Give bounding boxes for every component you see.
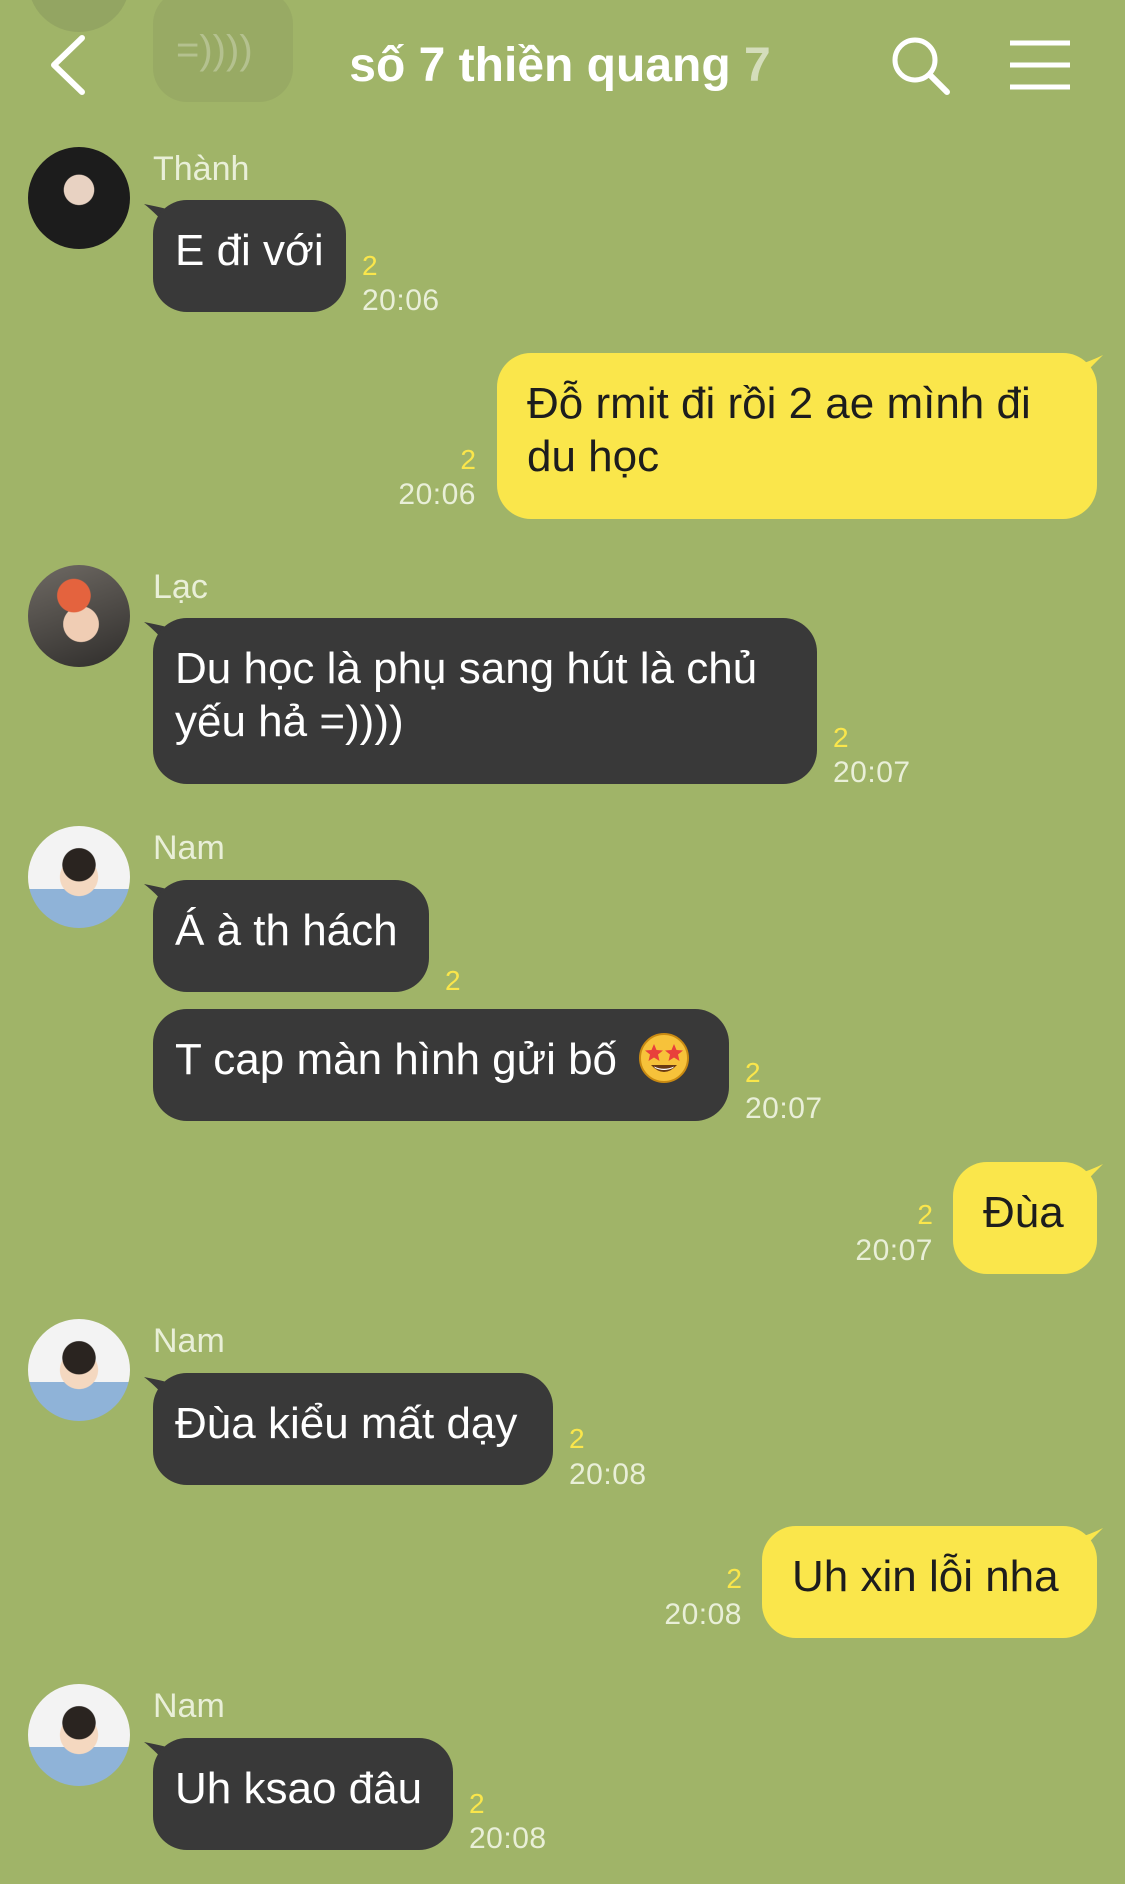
unread-count: 2	[726, 1563, 742, 1594]
message-text: Á à th hách	[175, 906, 398, 955]
sender-name: Nam	[153, 829, 225, 867]
search-icon	[892, 37, 950, 95]
star-struck-emoji-icon	[639, 1033, 690, 1084]
unread-count: 2	[460, 444, 476, 475]
unread-count: 2	[569, 1423, 585, 1454]
message-time: 20:08	[569, 1458, 647, 1491]
message-time: 20:06	[398, 478, 476, 511]
bubble-tail	[1077, 1528, 1103, 1556]
unread-count: 2	[745, 1057, 761, 1088]
previous-message-text: =))))	[176, 28, 253, 72]
chevron-left-icon	[51, 35, 85, 95]
message-text-line-1: Đỗ rmit đi rồi 2 ae mình đi	[527, 379, 1031, 428]
sender-name: Nam	[153, 1687, 225, 1725]
message-bubble-incoming[interactable]: E đi với	[153, 200, 346, 312]
message-time: 20:07	[833, 756, 911, 789]
hamburger-menu-icon	[1010, 40, 1070, 90]
previous-avatar	[28, 0, 130, 32]
unread-count: 2	[362, 250, 378, 281]
back-button[interactable]	[40, 30, 100, 100]
message-bubble-incoming[interactable]: Á à th hách	[153, 880, 429, 992]
message-text: E đi với	[175, 226, 324, 275]
avatar-lac[interactable]	[28, 565, 130, 667]
bubble-tail	[1077, 1164, 1103, 1192]
avatar-nam[interactable]	[28, 826, 130, 928]
message-time: 20:07	[855, 1234, 933, 1267]
unread-count: 2	[445, 965, 461, 996]
message-bubble-outgoing[interactable]: Đỗ rmit đi rồi 2 ae mình đi du học	[497, 353, 1097, 519]
message-bubble-incoming[interactable]: Uh ksao đâu	[153, 1738, 453, 1850]
message-time: 20:08	[469, 1822, 547, 1855]
message-text: Uh xin lỗi nha	[792, 1552, 1059, 1601]
chat-title: số 7 thiền quang 7	[300, 38, 820, 93]
unread-count: 2	[917, 1199, 933, 1230]
message-time: 20:06	[362, 284, 440, 317]
message-text-line-1: Du học là phụ sang hút là chủ	[175, 644, 758, 693]
sender-name: Nam	[153, 1322, 225, 1360]
avatar-nam[interactable]	[28, 1319, 130, 1421]
message-bubble-incoming[interactable]: T cap màn hình gửi bố	[153, 1009, 729, 1121]
avatar-nam[interactable]	[28, 1684, 130, 1786]
menu-button[interactable]	[1000, 30, 1080, 100]
avatar-thanh[interactable]	[28, 147, 130, 249]
message-text: Uh ksao đâu	[175, 1764, 423, 1813]
unread-count: 2	[833, 722, 849, 753]
member-count: 7	[744, 39, 771, 92]
message-time: 20:07	[745, 1092, 823, 1125]
message-text-line-2: yếu hả =))))	[175, 697, 404, 746]
message-bubble-outgoing[interactable]: Uh xin lỗi nha	[762, 1526, 1097, 1638]
message-text: T cap màn hình gửi bố	[175, 1035, 618, 1084]
message-text-line-2: du học	[527, 432, 660, 481]
sender-name: Thành	[153, 150, 250, 188]
message-text: Đùa	[983, 1188, 1064, 1237]
message-bubble-incoming[interactable]: Đùa kiểu mất dạy	[153, 1373, 553, 1485]
chat-room-name: số 7 thiền quang	[349, 39, 731, 92]
sender-name: Lạc	[153, 568, 208, 606]
message-time: 20:08	[664, 1598, 742, 1631]
message-bubble-incoming[interactable]: Du học là phụ sang hút là chủ yếu hả =))…	[153, 618, 817, 784]
bubble-tail	[1077, 355, 1103, 383]
unread-count: 2	[469, 1788, 485, 1819]
search-button[interactable]	[885, 30, 955, 100]
message-text: Đùa kiểu mất dạy	[175, 1399, 518, 1448]
